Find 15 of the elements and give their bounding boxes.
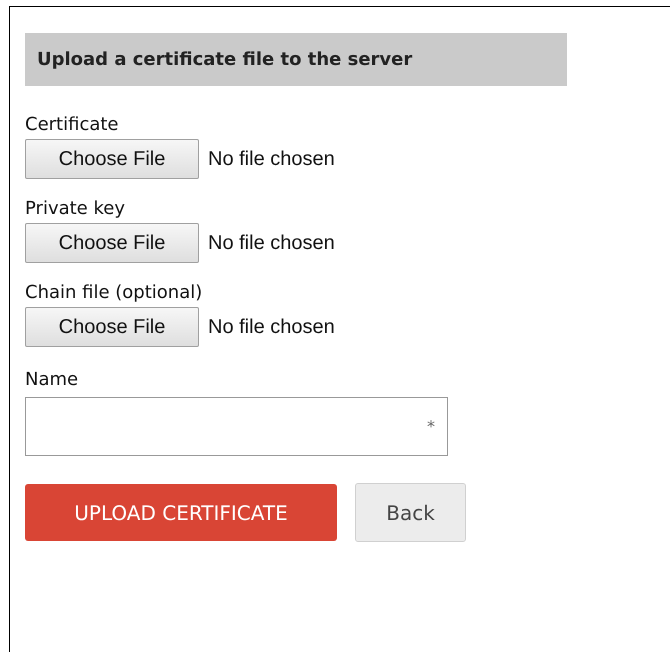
- file-status: No file chosen: [208, 147, 335, 172]
- field-label: Name: [25, 368, 80, 392]
- upload-button[interactable]: UPLOAD CERTIFICATE: [25, 484, 337, 541]
- back-button[interactable]: Back: [355, 483, 466, 542]
- choose-file-button[interactable]: Choose File: [25, 223, 199, 263]
- choose-file-button[interactable]: Choose File: [25, 307, 199, 347]
- section-title: Upload a certificate file to the server: [37, 48, 412, 72]
- required-mark: *: [427, 416, 435, 438]
- field-label: Chain file (optional): [25, 281, 204, 305]
- file-status: No file chosen: [208, 231, 335, 256]
- field-label: Certificate: [25, 113, 120, 137]
- name-input-field[interactable]: *: [25, 397, 448, 456]
- choose-file-button[interactable]: Choose File: [25, 139, 199, 179]
- field-label: Private key: [25, 197, 126, 221]
- file-status: No file chosen: [208, 315, 335, 340]
